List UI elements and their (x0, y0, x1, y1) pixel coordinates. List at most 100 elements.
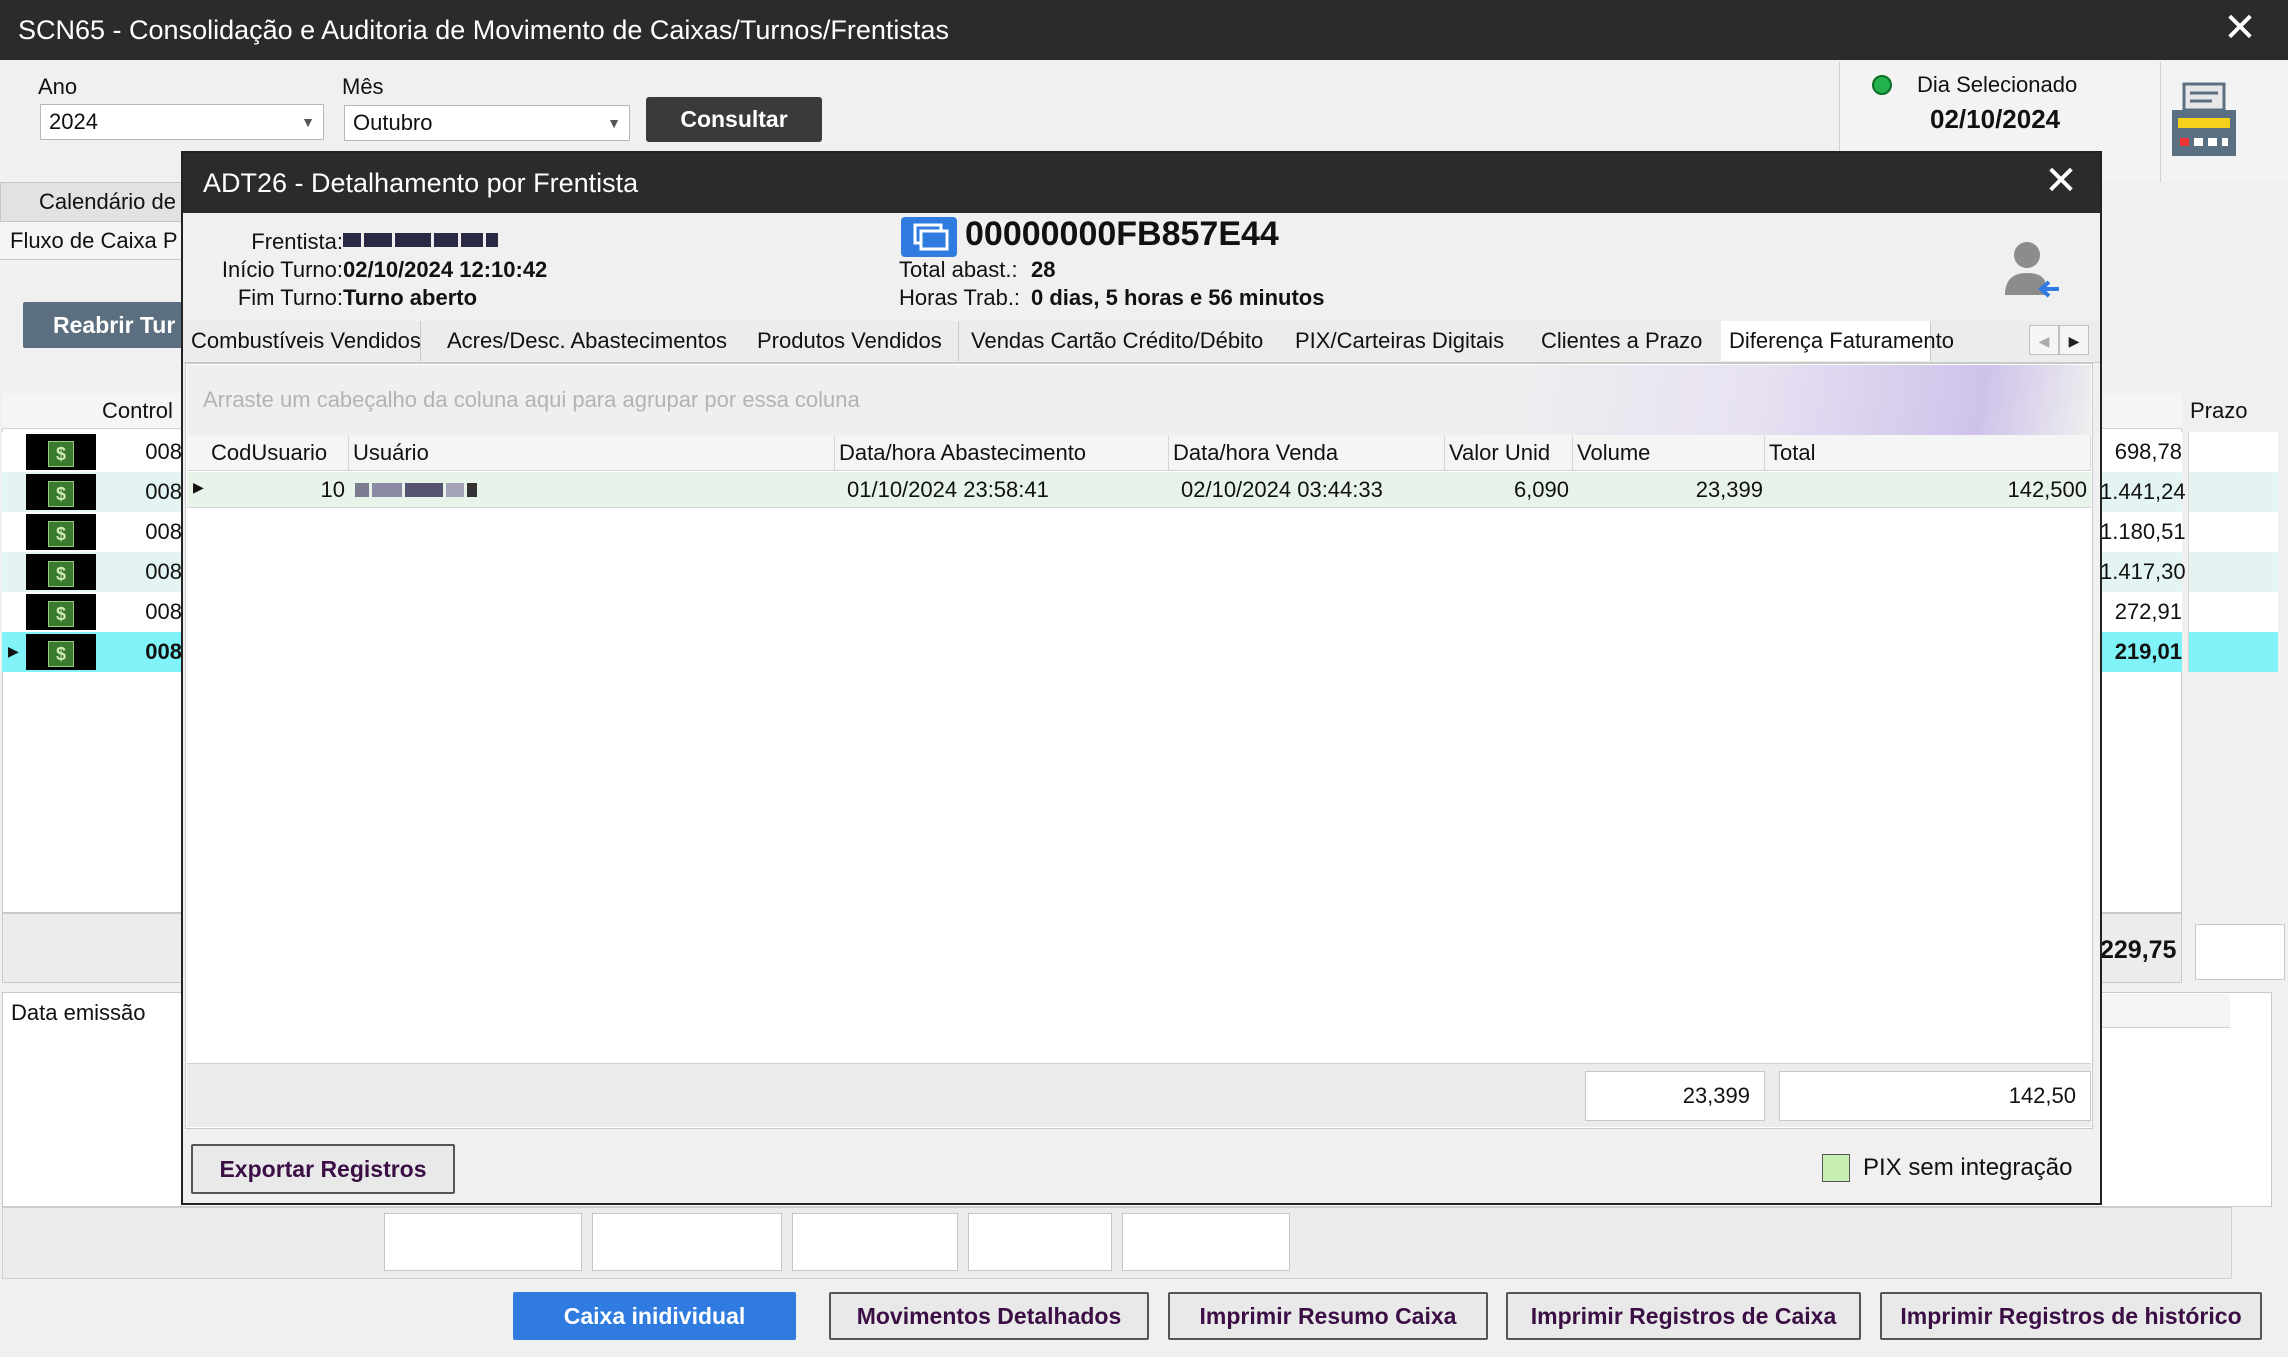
cell-control: 008 (145, 479, 182, 504)
ano-select[interactable]: 2024 ▼ (40, 104, 324, 140)
cell-prazo: 698,78 (2114, 439, 2182, 464)
summary-box-1 (384, 1213, 582, 1271)
cell-control: 008 (145, 519, 182, 544)
row-indicator-icon: ▶ (8, 643, 19, 659)
col-valor-unid[interactable]: Valor Unid (1445, 436, 1573, 470)
col-cod-usuario[interactable]: CodUsuario (207, 436, 349, 470)
row-indicator-icon: ▶ (193, 479, 204, 495)
cell-prazo-empty (2188, 512, 2278, 552)
money-icon[interactable]: $ (26, 554, 96, 590)
frentista-label: Frentista: (251, 229, 343, 254)
tab-scroll-right-icon[interactable]: ▶ (2059, 325, 2089, 355)
cell-prazo: 272,91 (2114, 599, 2182, 624)
ano-label: Ano (38, 74, 78, 99)
movimentos-detalhados-button[interactable]: Movimentos Detalhados (829, 1292, 1149, 1340)
money-icon[interactable]: $ (26, 474, 96, 510)
mes-label: Mês (342, 74, 384, 99)
cell-prazo: 219,01 (2114, 639, 2182, 664)
tab-produtos[interactable]: Produtos Vendidos (749, 321, 959, 361)
tab-acres-desc[interactable]: Acres/Desc. Abastecimentos (439, 321, 753, 361)
cell-total: 142,500 (2007, 477, 2087, 502)
col-control[interactable]: Control (102, 398, 173, 424)
imprimir-registros-caixa-button[interactable]: Imprimir Registros de Caixa (1506, 1292, 1861, 1340)
chevron-down-icon: ▼ (607, 115, 621, 131)
money-icon[interactable]: $ (26, 634, 96, 670)
summary-box-3 (792, 1213, 958, 1271)
cell-cod: 10 (320, 477, 345, 502)
cell-prazo: 1.441,24 (2100, 479, 2186, 504)
mes-select[interactable]: Outubro ▼ (344, 105, 630, 141)
day-label: Dia Selecionado (1917, 72, 2078, 97)
pix-legend-swatch (1822, 1154, 1850, 1182)
money-icon[interactable]: $ (26, 434, 96, 470)
dialog-title: ADT26 - Detalhamento por Frentista (183, 153, 2100, 213)
group-hint: Arraste um cabeçalho da coluna aqui para… (203, 387, 860, 412)
col-usuario[interactable]: Usuário (349, 436, 835, 470)
inicio-value: 02/10/2024 12:10:42 (343, 257, 548, 282)
total-empty-box (2195, 924, 2285, 980)
col-data-abastecimento[interactable]: Data/hora Abastecimento (835, 436, 1169, 470)
dialog-close-icon[interactable]: ✕ (2031, 153, 2091, 213)
col-prazo[interactable]: Prazo (2190, 398, 2247, 424)
mes-value: Outubro (353, 110, 433, 135)
card-icon (901, 217, 957, 257)
cash-register-icon[interactable] (2168, 80, 2240, 160)
money-icon[interactable]: $ (26, 514, 96, 550)
fim-label: Fim Turno: (237, 285, 343, 310)
total-prazo: 229,75 (2100, 936, 2177, 964)
horas-label: Horas Trab.: (899, 285, 1021, 310)
exportar-registros-button[interactable]: Exportar Registros (191, 1144, 455, 1194)
tab-pix[interactable]: PIX/Carteiras Digitais (1287, 321, 1535, 361)
col-volume[interactable]: Volume (1573, 436, 1765, 470)
cell-prazo-empty (2188, 432, 2278, 472)
tab-combustiveis[interactable]: Combustíveis Vendidos (183, 321, 421, 361)
cell-control: 008 (145, 559, 182, 584)
detail-dialog: ADT26 - Detalhamento por Frentista ✕ Fre… (181, 151, 2102, 1205)
chevron-down-icon: ▼ (301, 114, 315, 130)
card-id: 00000000FB857E44 (965, 215, 1279, 253)
cell-prazo-empty (2188, 472, 2278, 512)
cell-prazo: 1.180,51 (2100, 519, 2186, 544)
summary-box-5 (1122, 1213, 1290, 1271)
tab-calendario[interactable]: Calendário de (0, 182, 190, 222)
window-title: SCN65 - Consolidação e Auditoria de Movi… (0, 0, 2288, 60)
col-total[interactable]: Total (1765, 436, 2091, 470)
window-close-icon[interactable]: ✕ (2210, 0, 2270, 60)
caixa-individual-button[interactable]: Caixa inidividual (513, 1292, 796, 1340)
inicio-label: Início Turno: (221, 257, 343, 282)
sum-volume: 23,399 (1585, 1071, 1765, 1121)
cell-usuario-redacted (355, 481, 480, 499)
consultar-button[interactable]: Consultar (646, 97, 822, 142)
reabrir-button[interactable]: Reabrir Tur (23, 302, 193, 348)
summary-box-4 (968, 1213, 1112, 1271)
ano-value: 2024 (49, 109, 98, 134)
imprimir-registros-historico-button[interactable]: Imprimir Registros de histórico (1880, 1292, 2262, 1340)
cell-volume: 23,399 (1695, 477, 1763, 502)
status-dot-icon (1872, 75, 1892, 95)
summary-box-2 (592, 1213, 782, 1271)
cell-prazo-empty (2188, 552, 2278, 592)
tab-fluxo[interactable]: Fluxo de Caixa P (0, 222, 190, 260)
pix-legend-label: PIX sem integração (1863, 1154, 2073, 1181)
tab-clientes-prazo[interactable]: Clientes a Prazo (1533, 321, 1723, 361)
money-icon[interactable]: $ (26, 594, 96, 630)
total-abast-value: 28 (1031, 257, 1056, 282)
cell-prazo: 1.417,30 (2100, 559, 2186, 584)
total-abast-label: Total abast.: (899, 257, 1018, 282)
tab-scroll-left-icon[interactable]: ◀ (2029, 325, 2059, 355)
cell-control: 008 (145, 599, 182, 624)
user-transfer-icon[interactable] (2001, 237, 2063, 301)
data-emissao-header[interactable]: Data emissão (11, 1000, 146, 1026)
fim-value: Turno aberto (343, 285, 478, 310)
cell-valor-unid: 6,090 (1513, 477, 1569, 502)
imprimir-resumo-button[interactable]: Imprimir Resumo Caixa (1168, 1292, 1488, 1340)
cell-control: 008 (145, 439, 182, 464)
col-data-venda[interactable]: Data/hora Venda (1169, 436, 1445, 470)
cell-prazo-empty (2188, 592, 2278, 632)
cell-control: 008 (145, 639, 182, 664)
sum-total: 142,50 (1779, 1071, 2091, 1121)
summary-bar (2, 1207, 2232, 1279)
cell-data-abastecimento: 01/10/2024 23:58:41 (847, 477, 1049, 502)
tab-vendas-cartao[interactable]: Vendas Cartão Crédito/Débito (963, 321, 1289, 361)
tab-diferenca-faturamento[interactable]: Diferença Faturamento (1721, 321, 1954, 361)
